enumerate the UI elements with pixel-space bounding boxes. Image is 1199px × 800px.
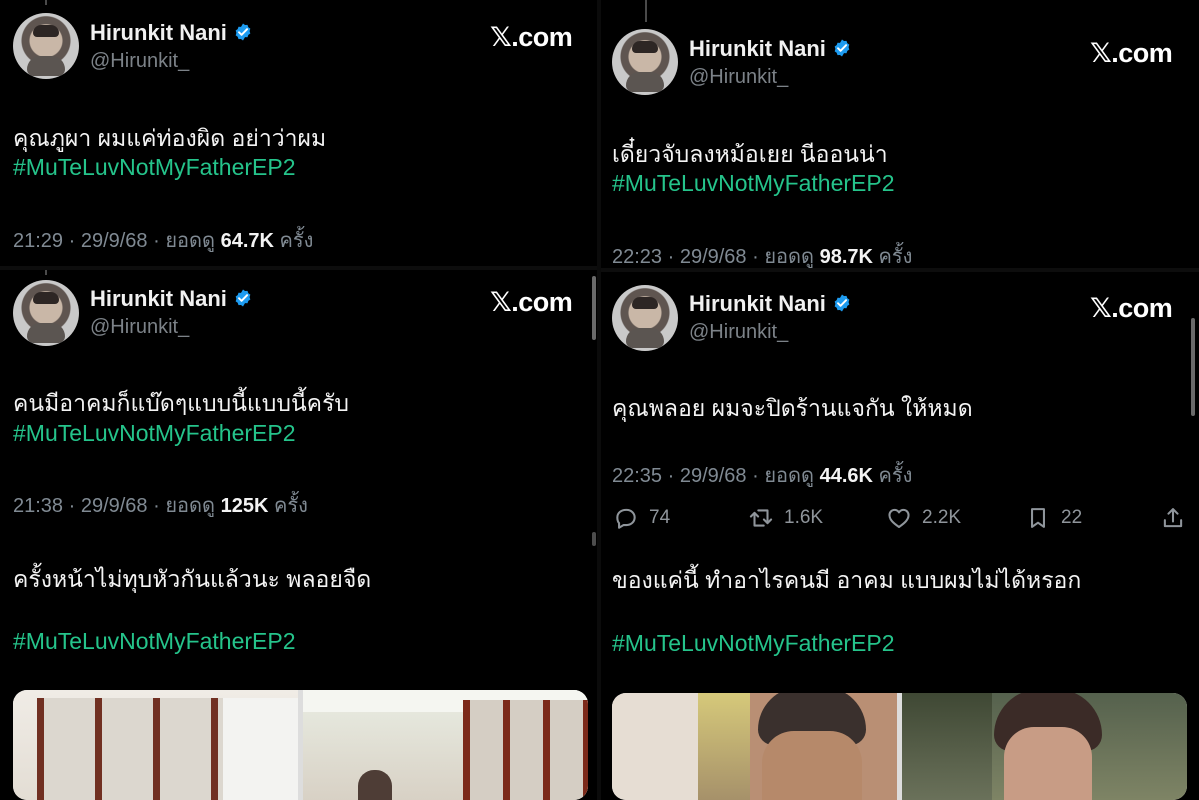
photo-right[interactable] <box>902 693 1187 800</box>
tweet-meta: 21:29 · 29/9/68 · ยอดดู 64.7K ครั้ง <box>13 224 313 256</box>
photo-right[interactable] <box>303 690 588 800</box>
display-name-text: Hirunkit Nani <box>90 286 227 311</box>
reply-icon <box>616 508 636 529</box>
share-button[interactable] <box>1160 505 1186 531</box>
hashtag-link[interactable]: #MuTeLuvNotMyFatherEP2 <box>13 628 296 655</box>
tweet-timestamp: 22:35 · 29/9/68 · ยอดดู <box>612 465 815 487</box>
display-name[interactable]: Hirunkit Nani <box>689 36 852 62</box>
share-icon <box>1163 508 1183 528</box>
like-button[interactable]: 2.2K <box>886 505 961 531</box>
repost-button[interactable]: 1.6K <box>748 505 823 531</box>
thread-line <box>45 0 47 5</box>
photo-left[interactable] <box>612 693 897 800</box>
verified-badge-icon <box>834 294 850 312</box>
display-name-text: Hirunkit Nani <box>689 36 826 61</box>
repost-count: 1.6K <box>784 507 824 528</box>
tweet-timestamp: 21:29 · 29/9/68 · ยอดดู <box>13 230 216 252</box>
tweet-text: คุณพลอย ผมจะปิดร้านแจกัน ให้หมด <box>612 395 973 421</box>
like-count: 2.2K <box>922 507 962 528</box>
user-handle[interactable]: @Hirunkit_ <box>689 321 788 344</box>
avatar[interactable] <box>13 280 79 346</box>
user-handle[interactable]: @Hirunkit_ <box>90 50 189 73</box>
scrollbar[interactable] <box>592 276 596 340</box>
reply-count: 74 <box>649 507 671 528</box>
repost-icon <box>749 509 773 527</box>
view-count: 44.6K <box>819 465 873 487</box>
view-unit: ครั้ง <box>878 246 913 268</box>
view-unit: ครั้ง <box>878 465 913 487</box>
tweet-card[interactable]: Hirunkit Nani @Hirunkit_ 𝕏.com คุณพลอย ผ… <box>601 272 1199 800</box>
tweet-card[interactable]: Hirunkit Nani @Hirunkit_ 𝕏.com คุณภูผา ผ… <box>0 0 597 266</box>
verified-badge-icon <box>235 23 251 41</box>
caption-text: ครั้งหน้าไม่ทุบหัวกันแล้วนะ พลอยจืด <box>13 566 372 592</box>
avatar[interactable] <box>612 285 678 351</box>
view-count: 64.7K <box>220 230 274 252</box>
avatar[interactable] <box>13 13 79 79</box>
scrollbar-thumb[interactable] <box>592 532 596 546</box>
tweet-card[interactable]: Hirunkit Nani @Hirunkit_ 𝕏.com คนมีอาคมก… <box>0 270 597 800</box>
hashtag-link[interactable]: #MuTeLuvNotMyFatherEP2 <box>612 170 895 197</box>
tweet-timestamp: 22:23 · 29/9/68 · ยอดดู <box>612 246 815 268</box>
verified-badge-icon <box>235 289 251 307</box>
tweet-meta: 21:38 · 29/9/68 · ยอดดู 125K ครั้ง <box>13 489 308 521</box>
scrollbar[interactable] <box>1191 318 1195 416</box>
bookmark-button[interactable]: 22 <box>1025 505 1082 531</box>
tweet-card[interactable]: Hirunkit Nani @Hirunkit_ 𝕏.com เดี๋ยวจับ… <box>601 0 1199 268</box>
tweet-text: คนมีอาคมก็แบ๊ดๆแบบนี้แบบนี้ครับ <box>13 390 350 416</box>
display-name-text: Hirunkit Nani <box>90 20 227 45</box>
view-count: 125K <box>220 495 269 517</box>
display-name-text: Hirunkit Nani <box>689 291 826 316</box>
hashtag-link[interactable]: #MuTeLuvNotMyFatherEP2 <box>13 420 296 447</box>
heart-icon <box>888 508 910 529</box>
view-unit: ครั้ง <box>279 230 314 252</box>
tweet-text: คุณภูผา ผมแค่ท่องผิด อย่าว่าผม <box>13 125 327 151</box>
x-logo[interactable]: 𝕏.com <box>1090 293 1173 324</box>
hashtag-link[interactable]: #MuTeLuvNotMyFatherEP2 <box>13 154 296 181</box>
photo-grid[interactable] <box>612 693 1187 800</box>
display-name[interactable]: Hirunkit Nani <box>90 20 253 46</box>
user-handle[interactable]: @Hirunkit_ <box>90 316 189 339</box>
user-handle[interactable]: @Hirunkit_ <box>689 66 788 89</box>
display-name[interactable]: Hirunkit Nani <box>90 286 253 312</box>
tweet-meta: 22:35 · 29/9/68 · ยอดดู 44.6K ครั้ง <box>612 459 912 491</box>
photo-left[interactable] <box>13 690 298 800</box>
avatar[interactable] <box>612 29 678 95</box>
display-name[interactable]: Hirunkit Nani <box>689 291 852 317</box>
view-count: 98.7K <box>819 246 873 268</box>
bookmark-count: 22 <box>1061 507 1083 528</box>
reply-button[interactable]: 74 <box>613 505 670 531</box>
view-unit: ครั้ง <box>273 495 308 517</box>
verified-badge-icon <box>834 39 850 57</box>
thread-line <box>645 0 647 22</box>
x-logo[interactable]: 𝕏.com <box>490 22 573 53</box>
caption-text: ของแค่นี้ ทำอาไรคนมี อาคม แบบผมไม่ได้หรอ… <box>612 567 1082 593</box>
thread-line <box>45 270 47 275</box>
hashtag-link[interactable]: #MuTeLuvNotMyFatherEP2 <box>612 630 895 657</box>
tweet-timestamp: 21:38 · 29/9/68 · ยอดดู <box>13 495 216 517</box>
tweet-actions: 74 1.6K 2.2K 22 <box>613 505 1188 539</box>
tweet-text: เดี๋ยวจับลงหม้อเยย นีออนน่า <box>612 141 888 167</box>
tweet-meta: 22:23 · 29/9/68 · ยอดดู 98.7K ครั้ง <box>612 240 912 268</box>
x-logo[interactable]: 𝕏.com <box>1090 38 1173 69</box>
photo-grid[interactable] <box>13 690 588 800</box>
bookmark-icon <box>1031 508 1045 528</box>
x-logo[interactable]: 𝕏.com <box>490 287 573 318</box>
